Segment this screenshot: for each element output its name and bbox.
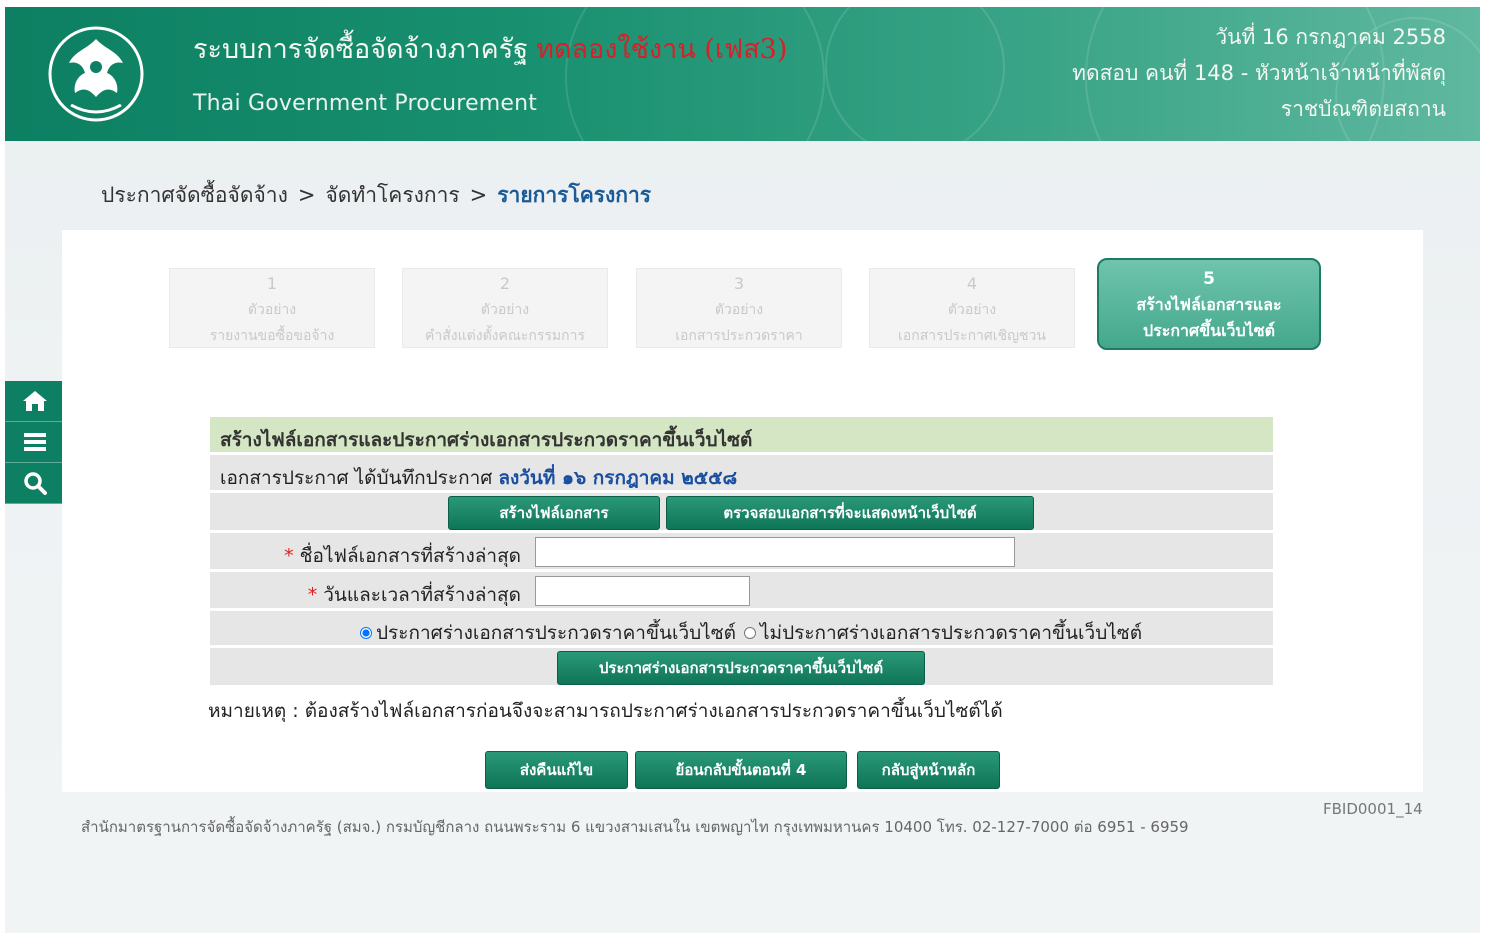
latest-file-label-text: ชื่อไฟล์เอกสารที่สร้างล่าสุด (299, 545, 521, 567)
step-number: 4 (966, 274, 978, 293)
info-date: ลงวันที่ ๑๖ กรกฎาคม ๒๕๕๘ (498, 467, 738, 489)
footer-address: สำนักมาตรฐานการจัดซื้อจัดจ้างภาครัฐ (สมจ… (81, 818, 1189, 836)
radio-no-publish-label: ไม่ประกาศร่างเอกสารประกวดราคาขึ้นเว็บไซต… (760, 622, 1143, 644)
back-home-button[interactable]: กลับสู่หน้าหลัก (857, 751, 1000, 789)
side-toolbar (5, 381, 65, 504)
step-line1: ตัวอย่าง (947, 302, 997, 318)
radio-no-publish[interactable] (744, 627, 756, 639)
info-label: เอกสารประกาศ ได้บันทึกประกาศ ลงวันที่ ๑๖ … (220, 463, 737, 493)
form-info-row: เอกสารประกาศ ได้บันทึกประกาศ ลงวันที่ ๑๖ … (210, 455, 1273, 493)
system-subtitle: Thai Government Procurement (193, 91, 538, 116)
step-4[interactable]: 4 ตัวอย่าง เอกสารประกาศเชิญชวน (869, 268, 1075, 348)
publish-button[interactable]: ประกาศร่างเอกสารประกวดราคาขึ้นเว็บไซต์ (557, 651, 925, 685)
form-title: สร้างไฟล์เอกสารและประกาศร่างเอกสารประกวด… (220, 429, 753, 451)
step-line1: ตัวอย่าง (247, 302, 297, 318)
home-icon (23, 391, 47, 411)
step-line2: รายงานขอซื้อขอจ้าง (209, 328, 335, 344)
latest-time-label: * วันและเวลาที่สร้างล่าสุด (308, 580, 521, 610)
user-name: ทดสอบ คนที่ 148 - หัวหน้าเจ้าหน้าที่พัสด… (1072, 61, 1446, 85)
step-2[interactable]: 2 ตัวอย่าง คำสั่งแต่งตั้งคณะกรรมการ (402, 268, 608, 348)
step-number: 5 (1203, 269, 1215, 289)
header-banner: ระบบการจัดซื้อจัดจ้างภาครัฐ ทดลองใช้งาน (… (5, 7, 1480, 141)
latest-file-row: * ชื่อไฟล์เอกสารที่สร้างล่าสุด (210, 533, 1273, 572)
radio-publish[interactable] (360, 627, 372, 639)
step-1[interactable]: 1 ตัวอย่าง รายงานขอซื้อขอจ้าง (169, 268, 375, 348)
step-5-active[interactable]: 5 สร้างไฟล์เอกสารและ ประกาศขึ้นเว็บไซต์ (1097, 258, 1321, 350)
app-frame: ระบบการจัดซื้อจัดจ้างภาครัฐ ทดลองใช้งาน (… (5, 7, 1480, 933)
publish-form: สร้างไฟล์เอกสารและประกาศร่างเอกสารประกวด… (210, 417, 1273, 688)
search-tool-button[interactable] (5, 463, 65, 504)
breadcrumb-item-current: รายการโครงการ (497, 183, 652, 207)
step-line1: ตัวอย่าง (714, 302, 764, 318)
back-step4-button[interactable]: ย้อนกลับขั้นตอนที่ 4 (635, 751, 847, 789)
breadcrumb-item-announce[interactable]: ประกาศจัดซื้อจัดจ้าง (101, 183, 288, 207)
current-date: วันที่ 16 กรกฎาคม 2558 (1215, 25, 1446, 49)
breadcrumb-separator: > (297, 183, 316, 207)
info-label-text: เอกสารประกาศ ได้บันทึกประกาศ (220, 467, 493, 489)
breadcrumb-separator: > (469, 183, 488, 207)
required-mark: * (284, 545, 294, 567)
header-pattern (825, 7, 1005, 141)
radio-no-publish-option[interactable]: ไม่ประกาศร่างเอกสารประกวดราคาขึ้นเว็บไซต… (744, 618, 1142, 648)
form-title-row: สร้างไฟล์เอกสารและประกาศร่างเอกสารประกวด… (210, 417, 1273, 455)
form-note: หมายเหตุ : ต้องสร้างไฟล์เอกสารก่อนจึงจะส… (208, 700, 1003, 722)
menu-tool-button[interactable] (5, 422, 65, 463)
menu-icon (24, 433, 46, 451)
step-line1: ตัวอย่าง (480, 302, 530, 318)
publish-choice-row: ประกาศร่างเอกสารประกวดราคาขึ้นเว็บไซต์ ไ… (210, 611, 1273, 648)
system-title: ระบบการจัดซื้อจัดจ้างภาครัฐ ทดลองใช้งาน (… (193, 27, 787, 70)
latest-file-label: * ชื่อไฟล์เอกสารที่สร้างล่าสุด (284, 541, 521, 571)
step-line2: ประกาศขึ้นเว็บไซต์ (1143, 321, 1275, 340)
search-icon (24, 472, 47, 495)
step-line2: เอกสารประกาศเชิญชวน (898, 328, 1046, 344)
step-3[interactable]: 3 ตัวอย่าง เอกสารประกวดราคา (636, 268, 842, 348)
page-id: FBID0001_14 (1323, 800, 1423, 818)
publish-submit-row: ประกาศร่างเอกสารประกวดราคาขึ้นเว็บไซต์ (210, 648, 1273, 688)
step-indicator: 1 ตัวอย่าง รายงานขอซื้อขอจ้าง 2 ตัวอย่าง… (169, 258, 1329, 354)
step-number: 1 (266, 274, 278, 293)
breadcrumb-item-project[interactable]: จัดทำโครงการ (325, 183, 459, 207)
latest-time-input[interactable] (535, 576, 750, 606)
main-panel: 1 ตัวอย่าง รายงานขอซื้อขอจ้าง 2 ตัวอย่าง… (62, 230, 1423, 792)
radio-publish-option[interactable]: ประกาศร่างเอกสารประกวดราคาขึ้นเว็บไซต์ (360, 618, 736, 648)
step-line1: สร้างไฟล์เอกสารและ (1136, 295, 1282, 314)
step-number: 2 (499, 274, 511, 293)
step-line2: เอกสารประกวดราคา (675, 328, 803, 344)
step-line2: คำสั่งแต่งตั้งคณะกรรมการ (425, 328, 585, 344)
user-org: ราชบัณฑิตยสถาน (1280, 97, 1446, 121)
check-docs-button[interactable]: ตรวจสอบเอกสารที่จะแสดงหน้าเว็บไซต์ (666, 496, 1034, 530)
user-info: วันที่ 16 กรกฎาคม 2558 ทดสอบ คนที่ 148 -… (1072, 19, 1446, 127)
latest-time-label-text: วันและเวลาที่สร้างล่าสุด (323, 584, 521, 606)
required-mark: * (307, 584, 318, 606)
radio-publish-label: ประกาศร่างเอกสารประกวดราคาขึ้นเว็บไซต์ (376, 622, 736, 644)
create-file-button[interactable]: สร้างไฟล์เอกสาร (448, 496, 660, 530)
latest-time-row: * วันและเวลาที่สร้างล่าสุด (210, 572, 1273, 611)
home-tool-button[interactable] (5, 381, 65, 422)
system-title-text: ระบบการจัดซื้อจัดจ้างภาครัฐ (193, 34, 529, 65)
step-number: 3 (733, 274, 745, 293)
trial-label: ทดลองใช้งาน (เฟส3) (536, 34, 788, 65)
comptroller-logo (47, 25, 145, 123)
return-edit-button[interactable]: ส่งคืนแก้ไข (485, 751, 628, 789)
latest-file-input[interactable] (535, 537, 1015, 567)
form-buttons-row: สร้างไฟล์เอกสาร ตรวจสอบเอกสารที่จะแสดงหน… (210, 493, 1273, 533)
breadcrumb: ประกาศจัดซื้อจัดจ้าง > จัดทำโครงการ > รายการ… (101, 179, 651, 212)
